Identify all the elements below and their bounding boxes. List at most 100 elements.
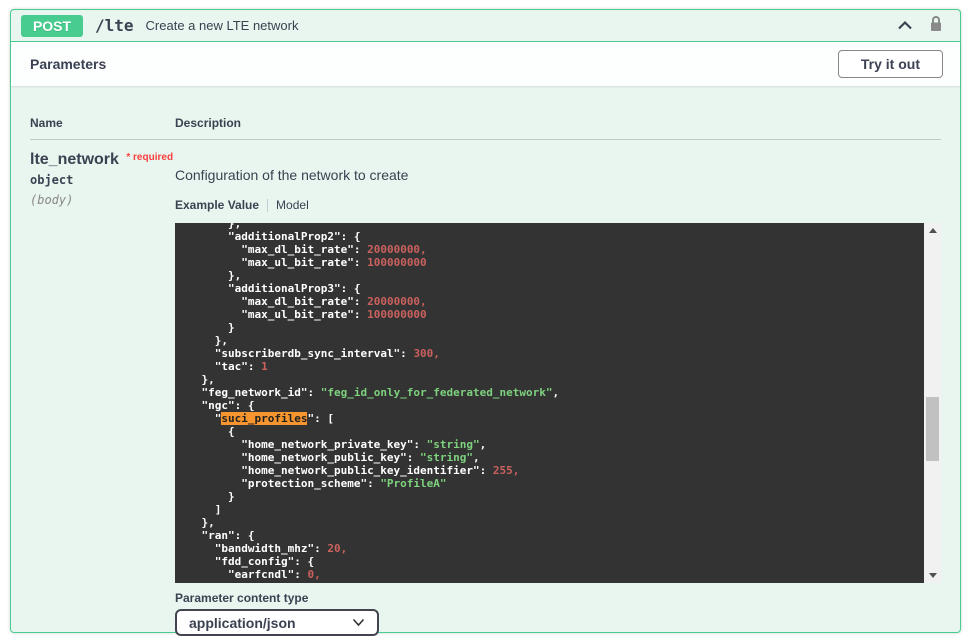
code-token: "fdd_config": { — [215, 555, 314, 568]
code-token: "max_ul_bit_rate": — [241, 256, 367, 269]
required-badge: * required — [126, 152, 173, 163]
authorize-button[interactable] — [929, 15, 943, 37]
code-line: "ngc": { — [175, 399, 924, 412]
code-token: "additionalProp2": { — [228, 230, 360, 243]
code-token: "feg_id_only_for_federated_network" — [321, 386, 553, 399]
code-token: { — [228, 425, 235, 438]
code-line: "feg_network_id": "feg_id_only_for_feder… — [175, 386, 924, 399]
code-token: "protection_scheme": — [241, 477, 380, 490]
scroll-down-icon — [929, 573, 937, 578]
code-token: "additionalProp3": { — [228, 282, 360, 295]
code-token: "string" — [427, 438, 480, 451]
code-token: } — [228, 321, 235, 334]
param-name-cell: lte_network * required object (body) — [30, 151, 175, 636]
code-token: "earfcnul": — [228, 581, 307, 583]
code-line: "protection_scheme": "ProfileA" — [175, 477, 924, 490]
code-line: ] — [175, 503, 924, 516]
chevron-down-icon — [352, 614, 365, 632]
code-token: "earfcndl": — [228, 568, 307, 581]
code-line: "tac": 1 — [175, 360, 924, 373]
collapse-button[interactable] — [897, 17, 913, 35]
param-location: (body) — [30, 193, 175, 207]
code-token: 1 — [261, 360, 268, 373]
code-line: "home_network_public_key_identifier": 25… — [175, 464, 924, 477]
code-token: }, — [202, 373, 215, 386]
parameters-header: Parameters Try it out — [11, 42, 960, 86]
code-token: 0, — [307, 568, 320, 581]
code-token: "subscriberdb_sync_interval": — [215, 347, 414, 360]
code-token: "bandwidth_mhz": — [215, 542, 328, 555]
code-line: "fdd_config": { — [175, 555, 924, 568]
scrollbar-up-button[interactable] — [924, 223, 941, 238]
example-code-block: }, "additionalProp2": { "max_dl_bit_rate… — [175, 223, 941, 583]
code-line: "max_ul_bit_rate": 100000000 — [175, 256, 924, 269]
code-token: "string" — [420, 451, 473, 464]
code-token: ": [ — [307, 412, 334, 425]
code-token: 100000000 — [367, 256, 427, 269]
code-token: 100000000 — [367, 308, 427, 321]
code-token: "max_ul_bit_rate": — [241, 308, 367, 321]
code-token: "ProfileA" — [380, 477, 446, 490]
param-description-cell: Configuration of the network to create E… — [175, 151, 941, 636]
description-column-header: Description — [175, 116, 941, 130]
code-scrollbar[interactable] — [924, 223, 941, 583]
endpoint-summary[interactable]: POST /lte Create a new LTE network — [11, 10, 960, 42]
tab-model[interactable]: Model — [276, 198, 309, 212]
code-token: 20000000, — [367, 295, 427, 308]
code-token: }, — [202, 516, 215, 529]
code-token: }, — [228, 269, 241, 282]
scrollbar-thumb[interactable] — [926, 397, 939, 461]
param-description: Configuration of the network to create — [175, 167, 941, 183]
code-line: }, — [175, 516, 924, 529]
scrollbar-down-button[interactable] — [924, 568, 941, 583]
code-line: "max_dl_bit_rate": 20000000, — [175, 295, 924, 308]
search-highlight: suci_profiles — [221, 412, 307, 425]
table-row: lte_network * required object (body) Con… — [30, 140, 941, 636]
code-token: 20, — [327, 542, 347, 555]
code-token: "home_network_public_key_identifier": — [241, 464, 493, 477]
code-token: , — [480, 438, 487, 451]
code-line: "earfcndl": 0, — [175, 568, 924, 581]
parameters-title: Parameters — [30, 56, 106, 72]
code-line: }, — [175, 334, 924, 347]
code-line: "subscriberdb_sync_interval": 300, — [175, 347, 924, 360]
code-line: }, — [175, 223, 924, 230]
code-token: }, — [228, 223, 241, 230]
code-token: "feg_network_id": — [202, 386, 321, 399]
code-line: "home_network_private_key": "string", — [175, 438, 924, 451]
code-line: "additionalProp2": { — [175, 230, 924, 243]
tab-example-value[interactable]: Example Value — [175, 198, 259, 212]
try-it-out-button[interactable]: Try it out — [838, 50, 943, 78]
code-token: ] — [215, 503, 222, 516]
code-line: "bandwidth_mhz": 20, — [175, 542, 924, 555]
endpoint-summary-text: Create a new LTE network — [146, 18, 299, 33]
parameters-body: Name Description lte_network * required … — [11, 86, 960, 641]
code-token: , — [473, 451, 480, 464]
code-line: } — [175, 490, 924, 503]
method-badge: POST — [21, 15, 83, 37]
param-name: lte_network — [30, 151, 119, 168]
example-tabs: Example Value Model — [175, 198, 941, 212]
params-table-header: Name Description — [30, 116, 941, 140]
code-token: "ngc": { — [202, 399, 255, 412]
code-token: "max_dl_bit_rate": — [241, 243, 367, 256]
code-token: "max_dl_bit_rate": — [241, 295, 367, 308]
json-example[interactable]: }, "additionalProp2": { "max_dl_bit_rate… — [175, 223, 924, 583]
code-line: }, — [175, 269, 924, 282]
code-line: "max_dl_bit_rate": 20000000, — [175, 243, 924, 256]
content-type-select[interactable]: application/json — [175, 609, 379, 636]
content-type-value: application/json — [189, 615, 352, 631]
tab-separator — [267, 199, 268, 212]
endpoint-path[interactable]: /lte — [95, 16, 134, 35]
code-line: "additionalProp3": { — [175, 282, 924, 295]
content-type-label: Parameter content type — [175, 591, 941, 605]
code-token: "home_network_private_key": — [241, 438, 426, 451]
code-line: { — [175, 425, 924, 438]
code-line: "suci_profiles": [ — [175, 412, 924, 425]
code-token: 20000000, — [367, 243, 427, 256]
code-token: }, — [215, 334, 228, 347]
chevron-up-icon — [897, 17, 913, 35]
code-line: "ran": { — [175, 529, 924, 542]
code-token: 255, — [493, 464, 520, 477]
opblock-post-lte: POST /lte Create a new LTE network Param… — [10, 9, 961, 633]
